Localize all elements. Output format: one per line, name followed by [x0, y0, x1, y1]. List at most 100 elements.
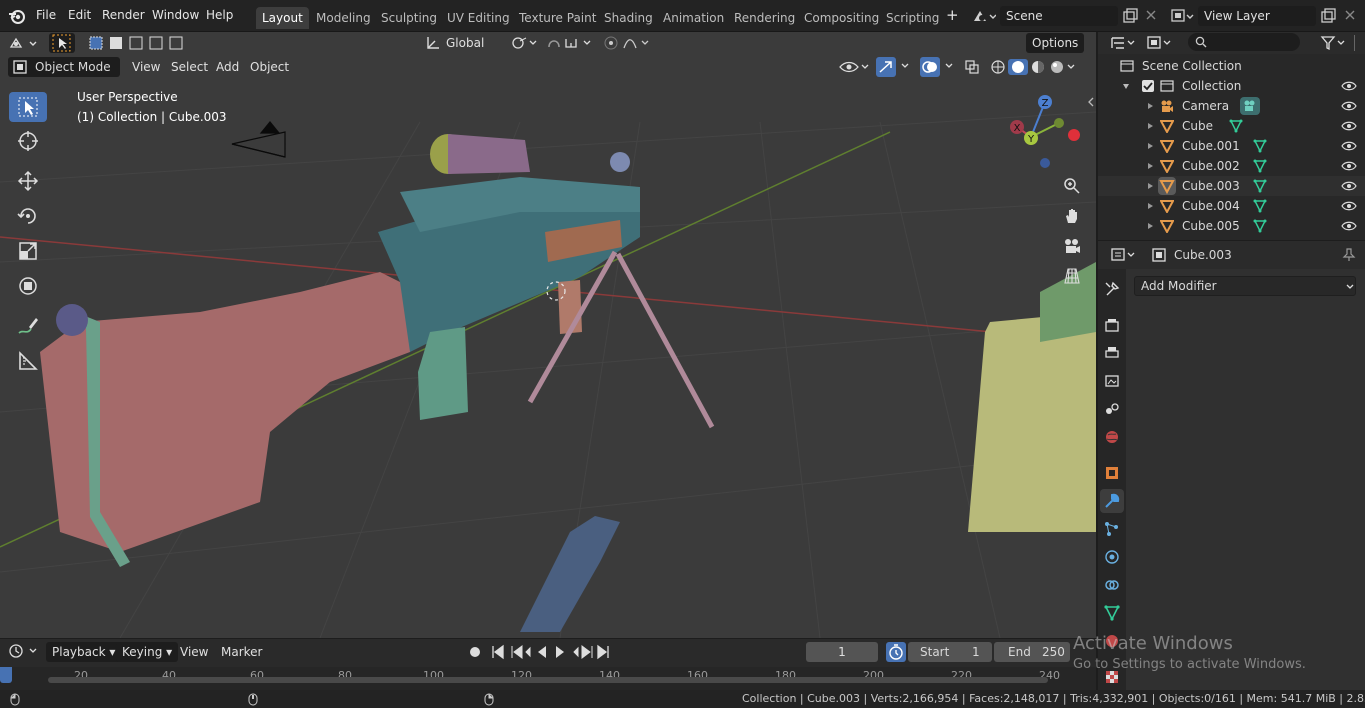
- add-modifier-dropdown[interactable]: Add Modifier: [1134, 276, 1356, 296]
- xray-toggle-icon[interactable]: [964, 59, 980, 75]
- playhead[interactable]: [0, 667, 12, 683]
- camera-data-icon[interactable]: [1240, 97, 1260, 115]
- eye-icon[interactable]: [1341, 120, 1357, 132]
- start-frame-field[interactable]: Start 1: [908, 642, 992, 662]
- tab-layout[interactable]: Layout: [256, 7, 309, 29]
- outliner-item-cube-001[interactable]: Cube.001: [1098, 136, 1365, 156]
- constraints-tab-icon[interactable]: [1100, 573, 1124, 597]
- eye-icon[interactable]: [1341, 140, 1357, 152]
- scale-tool[interactable]: [9, 236, 47, 266]
- eye-icon[interactable]: [1341, 200, 1357, 212]
- tab-animation[interactable]: Animation: [657, 7, 730, 29]
- tab-uv-editing[interactable]: UV Editing: [441, 7, 516, 29]
- snap-icon[interactable]: [546, 35, 596, 51]
- menu-add[interactable]: Add: [210, 57, 245, 77]
- tab-modeling[interactable]: Modeling: [310, 7, 377, 29]
- keying-menu[interactable]: Keying ▾: [116, 642, 179, 662]
- view-layer-tab-icon[interactable]: [1100, 369, 1124, 393]
- annotate-tool[interactable]: [9, 311, 47, 341]
- scene-selector[interactable]: Scene: [1000, 6, 1118, 26]
- close-scene-icon[interactable]: [1145, 9, 1157, 21]
- new-collection-icon[interactable]: [1354, 35, 1365, 51]
- cursor-tool[interactable]: [9, 126, 47, 156]
- timeline-scrollbar[interactable]: [48, 677, 1048, 683]
- collection-checkbox[interactable]: [1142, 80, 1154, 92]
- navigation-gizmo[interactable]: Z X Y: [1000, 90, 1085, 172]
- expand-icon[interactable]: [1146, 102, 1154, 110]
- outliner-search-input[interactable]: [1188, 33, 1300, 51]
- timeline-editor-icon[interactable]: [8, 643, 40, 659]
- marker-menu[interactable]: Marker: [215, 642, 268, 662]
- physics-tab-icon[interactable]: [1100, 545, 1124, 569]
- 3d-viewport[interactable]: Global Options Object Mode View Select A…: [0, 32, 1096, 638]
- options-dropdown[interactable]: Options: [1026, 33, 1085, 53]
- gizmo-dropdown-icon[interactable]: [900, 61, 910, 71]
- tab-scripting[interactable]: Scripting: [880, 7, 945, 29]
- menu-render[interactable]: Render: [102, 8, 145, 22]
- tab-sculpting[interactable]: Sculpting: [375, 7, 443, 29]
- display-mode-icon[interactable]: [1146, 35, 1174, 51]
- object-tab-icon[interactable]: [1100, 461, 1124, 485]
- tab-texture-paint[interactable]: Texture Paint: [513, 7, 602, 29]
- outliner-collection[interactable]: Collection: [1098, 76, 1365, 96]
- rotate-tool[interactable]: [9, 201, 47, 231]
- menu-help[interactable]: Help: [206, 8, 233, 22]
- current-frame-field[interactable]: 1: [806, 642, 878, 662]
- menu-object[interactable]: Object: [244, 57, 295, 77]
- mesh-data-icon[interactable]: [1253, 179, 1267, 193]
- eye-icon[interactable]: [1341, 100, 1357, 112]
- preview-range-icon[interactable]: [886, 642, 906, 662]
- expand-icon[interactable]: [1146, 142, 1154, 150]
- editor-type-icon[interactable]: [8, 35, 40, 51]
- playback-controls-icons[interactable]: [490, 644, 612, 660]
- tab-shading[interactable]: Shading: [598, 7, 659, 29]
- proportional-edit-icon[interactable]: [602, 35, 652, 51]
- perspective-toggle-icon[interactable]: [1059, 263, 1085, 289]
- render-tab-icon[interactable]: [1100, 313, 1124, 337]
- zoom-icon[interactable]: [1059, 173, 1085, 199]
- playback-menu[interactable]: Playback ▾: [46, 642, 122, 662]
- pan-hand-icon[interactable]: [1059, 203, 1085, 229]
- outliner-item-cube-002[interactable]: Cube.002: [1098, 156, 1365, 176]
- outliner-item-cube-004[interactable]: Cube.004: [1098, 196, 1365, 216]
- expand-icon[interactable]: [1146, 222, 1154, 230]
- timeline-view-menu[interactable]: View: [174, 642, 214, 662]
- add-workspace-button[interactable]: +: [946, 6, 959, 24]
- eye-icon[interactable]: [1341, 80, 1357, 92]
- pin-icon[interactable]: [1342, 248, 1356, 262]
- data-tab-icon[interactable]: [1100, 601, 1124, 625]
- mesh-data-icon[interactable]: [1253, 139, 1267, 153]
- transform-tool[interactable]: [9, 271, 47, 301]
- view-layer-selector[interactable]: View Layer: [1198, 6, 1316, 26]
- menu-edit[interactable]: Edit: [68, 8, 91, 22]
- expand-icon[interactable]: [1146, 122, 1154, 130]
- camera-view-icon[interactable]: [1059, 233, 1085, 259]
- outliner-item-camera[interactable]: Camera: [1098, 96, 1365, 116]
- visibility-toggle-icon[interactable]: [838, 59, 870, 75]
- menu-view[interactable]: View: [126, 57, 166, 77]
- measure-tool[interactable]: [9, 346, 47, 376]
- expand-icon[interactable]: [1122, 82, 1130, 90]
- tab-rendering[interactable]: Rendering: [728, 7, 801, 29]
- mesh-data-icon[interactable]: [1253, 159, 1267, 173]
- pivot-point-icon[interactable]: [510, 35, 540, 51]
- close-view-layer-icon[interactable]: [1344, 9, 1356, 21]
- expand-icon[interactable]: [1146, 162, 1154, 170]
- select-tool-icon[interactable]: [49, 33, 75, 53]
- timeline-ruler[interactable]: 20 40 60 80 100 120 140 160 180 200 220 …: [0, 667, 1096, 690]
- filter-icon[interactable]: [1320, 35, 1348, 51]
- particles-tab-icon[interactable]: [1100, 517, 1124, 541]
- outliner-item-cube[interactable]: Cube: [1098, 116, 1365, 136]
- move-tool[interactable]: [9, 166, 47, 196]
- mode-dropdown[interactable]: Object Mode: [8, 57, 120, 77]
- gizmo-toggle-icon[interactable]: [876, 57, 896, 77]
- expand-icon[interactable]: [1146, 202, 1154, 210]
- menu-window[interactable]: Window: [152, 8, 199, 22]
- sidebar-collapse-icon[interactable]: [1086, 96, 1096, 108]
- outliner-item-cube-005[interactable]: Cube.005: [1098, 216, 1365, 236]
- scene-tab-icon[interactable]: [1100, 397, 1124, 421]
- new-scene-icon[interactable]: [1122, 8, 1138, 24]
- outliner-editor-icon[interactable]: [1110, 35, 1138, 51]
- tool-settings-tab-icon[interactable]: [1100, 277, 1124, 301]
- overlay-dropdown-icon[interactable]: [944, 61, 954, 71]
